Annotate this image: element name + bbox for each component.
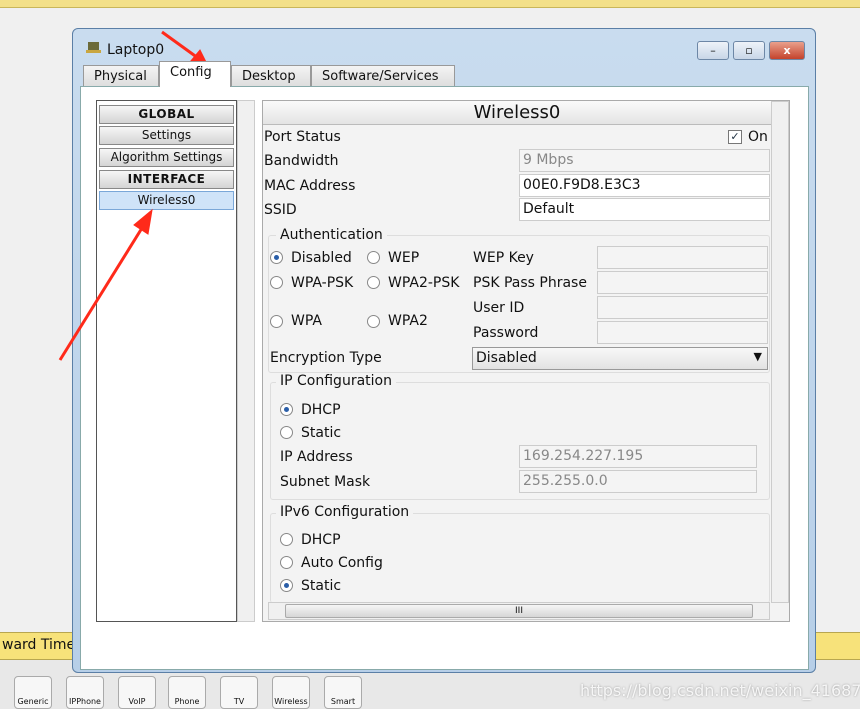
auth-wpa-psk-radio[interactable] (270, 276, 283, 289)
port-status-on-label: On (748, 129, 768, 145)
tool-label: Smart (330, 697, 356, 706)
ipv6-static-radio[interactable] (280, 579, 293, 592)
ip-dhcp-label: DHCP (301, 402, 341, 418)
tool-label: Wireless (274, 697, 308, 706)
ipv6-auto-config-radio[interactable] (280, 556, 293, 569)
tool-label: Generic (17, 697, 49, 706)
psk-pass-phrase-label: PSK Pass Phrase (473, 275, 587, 291)
ipv6-dhcp-label: DHCP (301, 532, 341, 548)
mac-address-field[interactable]: 00E0.F9D8.E3C3 (519, 174, 770, 197)
sidebar-item-algorithm-settings[interactable]: Algorithm Settings (99, 148, 234, 167)
maximize-button[interactable]: ▫ (733, 41, 765, 60)
panel-title: Wireless0 (263, 101, 771, 125)
scrollbar-thumb[interactable]: III (285, 604, 753, 618)
device-ipphone[interactable]: IPPhone (66, 676, 104, 709)
auth-wep-radio[interactable] (367, 251, 380, 264)
auth-disabled-radio[interactable] (270, 251, 283, 264)
ipv6-dhcp-radio[interactable] (280, 533, 293, 546)
realtime-label: ward Time (2, 637, 76, 653)
sidebar-scrollbar[interactable] (237, 100, 255, 622)
authentication-legend: Authentication (276, 227, 387, 243)
chevron-down-icon: ▼ (753, 350, 762, 363)
tab-software-services[interactable]: Software/Services (311, 65, 455, 87)
tab-desktop[interactable]: Desktop (231, 65, 311, 87)
psk-pass-phrase-field[interactable] (597, 271, 768, 294)
ip-configuration-legend: IP Configuration (276, 373, 396, 389)
device-voip[interactable]: VoIP (118, 676, 156, 709)
tool-label: IPPhone (69, 697, 101, 706)
bandwidth-label: Bandwidth (264, 153, 339, 169)
device-wireless[interactable]: Wireless (272, 676, 310, 709)
subnet-mask-label: Subnet Mask (280, 474, 371, 490)
subnet-mask-field[interactable]: 255.255.0.0 (519, 470, 757, 493)
ip-address-label: IP Address (280, 449, 353, 465)
window-title: Laptop0 (107, 42, 165, 58)
tab-physical[interactable]: Physical (83, 65, 159, 87)
panel-vertical-scrollbar[interactable] (771, 101, 789, 603)
password-label: Password (473, 325, 539, 341)
encryption-type-label: Encryption Type (270, 350, 382, 366)
user-id-field[interactable] (597, 296, 768, 319)
mac-address-label: MAC Address (264, 178, 356, 194)
auth-wep-label: WEP (388, 250, 420, 266)
sidebar-item-settings[interactable]: Settings (99, 126, 234, 145)
auth-disabled-label: Disabled (291, 250, 352, 266)
sidebar-item-global[interactable]: GLOBAL (99, 105, 234, 124)
port-status-label: Port Status (264, 129, 341, 145)
minimize-button[interactable]: – (697, 41, 729, 60)
port-status-checkbox[interactable]: ✓ (728, 130, 742, 144)
device-tv[interactable]: TV (220, 676, 258, 709)
auth-wpa2-radio[interactable] (367, 315, 380, 328)
ssid-field[interactable]: Default (519, 198, 770, 221)
bandwidth-field[interactable]: 9 Mbps (519, 149, 770, 172)
ssid-label: SSID (264, 202, 297, 218)
encryption-type-select[interactable]: Disabled ▼ (472, 347, 768, 370)
ipv6-configuration-legend: IPv6 Configuration (276, 504, 414, 520)
device-phone[interactable]: Phone (168, 676, 206, 709)
auth-wpa2-psk-label: WPA2-PSK (388, 275, 460, 291)
auth-wpa-label: WPA (291, 313, 322, 329)
sidebar-item-wireless0[interactable]: Wireless0 (99, 191, 234, 210)
sidebar-item-interface[interactable]: INTERFACE (99, 170, 234, 189)
wep-key-label: WEP Key (473, 250, 534, 266)
ip-dhcp-radio[interactable] (280, 403, 293, 416)
password-field[interactable] (597, 321, 768, 344)
ip-static-radio[interactable] (280, 426, 293, 439)
encryption-type-value: Disabled (476, 350, 537, 366)
ip-static-label: Static (301, 425, 342, 441)
wep-key-field[interactable] (597, 246, 768, 269)
panel-horizontal-scrollbar[interactable]: III (268, 602, 770, 620)
tool-label: Phone (174, 697, 200, 706)
tab-config[interactable]: Config (159, 61, 231, 87)
laptop-icon (86, 42, 101, 53)
ip-address-field[interactable]: 169.254.227.195 (519, 445, 757, 468)
close-button[interactable]: x (769, 41, 805, 60)
tool-label: VoIP (128, 697, 146, 706)
user-id-label: User ID (473, 300, 525, 316)
auth-wpa2-psk-radio[interactable] (367, 276, 380, 289)
auth-wpa-radio[interactable] (270, 315, 283, 328)
ipv6-static-label: Static (301, 578, 342, 594)
watermark: https://blog.csdn.net/weixin_41687289 (580, 681, 860, 700)
tool-label: TV (233, 697, 245, 706)
device-smart[interactable]: Smart (324, 676, 362, 709)
auth-wpa-psk-label: WPA-PSK (291, 275, 354, 291)
device-generic[interactable]: Generic (14, 676, 52, 709)
background-top-strip (0, 0, 860, 8)
config-sidebar: GLOBAL Settings Algorithm Settings INTER… (96, 100, 237, 622)
ipv6-auto-config-label: Auto Config (301, 555, 383, 571)
auth-wpa2-label: WPA2 (388, 313, 428, 329)
grip-icon: III (515, 606, 523, 616)
